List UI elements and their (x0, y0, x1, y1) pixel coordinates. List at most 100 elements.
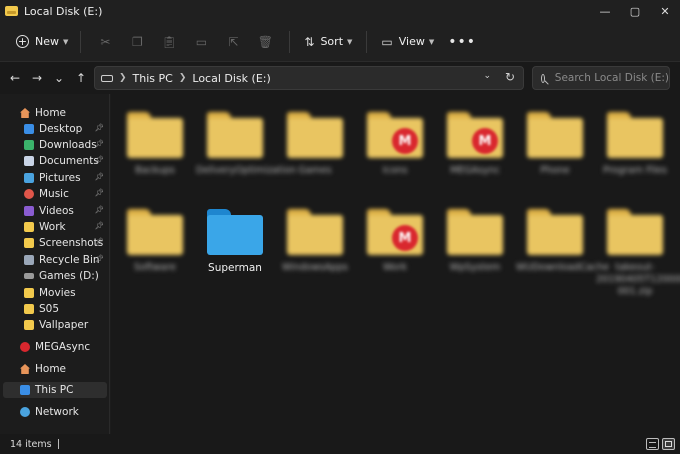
folder-label: Program Files (603, 165, 667, 176)
sidebar-item-s05[interactable]: S05 (0, 301, 108, 317)
sidebar-item-work[interactable]: Work 📌︎ (0, 219, 108, 235)
toolbar-divider (80, 30, 82, 53)
share-icon[interactable]: ⇱ (220, 29, 246, 55)
address-dropdown-icon[interactable]: ⌄ (483, 71, 491, 81)
sort-label: Sort (320, 35, 344, 48)
navigation-pane: Home Desktop 📌︎ Downloads 📌︎ Documents 📌… (0, 94, 110, 434)
folder-icon (287, 112, 343, 158)
folder-icon (24, 304, 34, 314)
sidebar-item-label: Pictures (39, 172, 81, 184)
mega-icon: M (392, 128, 418, 154)
file-label: takeout-20190405T120000Z-001.zip (596, 262, 680, 297)
minimize-button[interactable]: — (590, 0, 620, 22)
cut-icon[interactable]: ✂ (92, 29, 118, 55)
file-list: Backups DeliveryOptimization Games M Ico… (111, 94, 680, 434)
home-icon (20, 364, 30, 374)
mega-icon: M (472, 128, 498, 154)
paste-icon[interactable]: 📋︎ (156, 29, 182, 55)
folder-icon (527, 209, 583, 255)
folder-icon (24, 320, 34, 330)
mega-icon: M (392, 225, 418, 251)
pin-icon: 📌︎ (94, 123, 104, 132)
folder-label: Superman (208, 262, 262, 274)
breadcrumb-this-pc[interactable]: This PC (133, 72, 173, 85)
folder-icon (127, 112, 183, 158)
sidebar-item-screenshots[interactable]: Screenshots 📌︎ (0, 235, 108, 251)
folder-label: DeliveryOptimization (196, 165, 297, 176)
folder-icon (127, 209, 183, 255)
chevron-right-icon: ❯ (178, 73, 187, 83)
sidebar-item-pictures[interactable]: Pictures 📌︎ (0, 170, 108, 186)
desktop-icon (24, 124, 34, 134)
delete-icon[interactable]: 🗑︎ (252, 29, 278, 55)
downloads-icon (24, 140, 34, 150)
up-button[interactable]: ↑ (70, 67, 92, 89)
sidebar-item-downloads[interactable]: Downloads 📌︎ (0, 137, 108, 153)
title-bar: Local Disk (E:) — ▢ ✕ (0, 0, 680, 22)
sidebar-item-games-drive[interactable]: Games (D:) (0, 268, 108, 284)
documents-icon (24, 156, 34, 166)
close-button[interactable]: ✕ (650, 0, 680, 22)
sidebar-item-videos[interactable]: Videos 📌︎ (0, 203, 108, 219)
back-button[interactable]: ← (4, 67, 26, 89)
sidebar-item-recycle-bin[interactable]: Recycle Bin 📌︎ (0, 252, 108, 268)
recent-locations-button[interactable]: ⌄ (48, 67, 70, 89)
sidebar-item-vallpaper[interactable]: Vallpaper (0, 317, 108, 333)
sidebar-item-label: Vallpaper (39, 319, 89, 331)
pin-icon: 📌︎ (94, 172, 104, 181)
details-view-button[interactable] (646, 438, 659, 450)
search-input[interactable]: Search Local Disk (E:) (532, 66, 670, 90)
home-icon (20, 108, 30, 118)
folder-icon (527, 112, 583, 158)
sort-icon: ⇅ (304, 34, 315, 49)
pin-icon: 📌︎ (94, 155, 104, 164)
drive-icon (101, 74, 113, 82)
breadcrumb-local-disk[interactable]: Local Disk (E:) (192, 72, 270, 85)
this-pc-icon (20, 385, 30, 395)
videos-icon (24, 206, 34, 216)
forward-button[interactable]: → (26, 67, 48, 89)
sidebar-item-megasync[interactable]: MEGAsync (0, 339, 108, 355)
folder-label: Games (298, 165, 332, 176)
more-options-button[interactable]: ••• (448, 34, 476, 50)
pin-icon: 📌︎ (94, 139, 104, 148)
large-icons-view-button[interactable] (662, 438, 675, 450)
new-label: New (35, 35, 59, 48)
chevron-down-icon: ▼ (428, 37, 435, 46)
status-divider (57, 439, 59, 449)
sort-button[interactable]: ⇅ Sort ▼ (298, 29, 358, 55)
maximize-button[interactable]: ▢ (620, 0, 650, 22)
pin-icon: 📌︎ (94, 221, 104, 230)
sidebar-item-home-2[interactable]: Home (0, 361, 108, 377)
sidebar-item-movies[interactable]: Movies (0, 285, 108, 301)
toolbar-divider (289, 30, 291, 53)
search-icon (541, 73, 545, 83)
drive-icon (24, 273, 34, 279)
sidebar-item-home[interactable]: Home (0, 105, 108, 121)
folder-label: Software (134, 262, 176, 273)
view-button[interactable]: ▭ View ▼ (375, 29, 440, 55)
folder-label: MEGAsync (450, 165, 500, 176)
rename-icon[interactable]: ▭ (188, 29, 214, 55)
sidebar-item-desktop[interactable]: Desktop 📌︎ (0, 121, 108, 137)
sidebar-item-documents[interactable]: Documents 📌︎ (0, 153, 108, 169)
music-icon (24, 189, 34, 199)
sidebar-item-music[interactable]: Music 📌︎ (0, 186, 108, 202)
folder-icon (207, 112, 263, 158)
folder-icon (607, 112, 663, 158)
folder-icon (24, 288, 34, 298)
address-bar[interactable]: ❯ This PC ❯ Local Disk (E:) ⌄ ↻ (94, 66, 524, 90)
folder-icon (5, 6, 18, 16)
copy-icon[interactable]: ❐ (124, 29, 150, 55)
recycle-bin-icon (24, 255, 34, 265)
refresh-icon[interactable]: ↻ (505, 70, 515, 84)
folder-icon (24, 238, 34, 248)
folder-label: WpSystem (449, 262, 501, 273)
new-button[interactable]: + New ▼ (12, 29, 72, 55)
sidebar-item-this-pc[interactable]: This PC (3, 382, 107, 398)
sidebar-item-network[interactable]: Network (0, 404, 108, 420)
folder-icon (447, 209, 503, 255)
sidebar-item-label: Work (39, 221, 66, 233)
pin-icon: 📌︎ (94, 188, 104, 197)
sidebar-item-label: Music (39, 188, 69, 200)
